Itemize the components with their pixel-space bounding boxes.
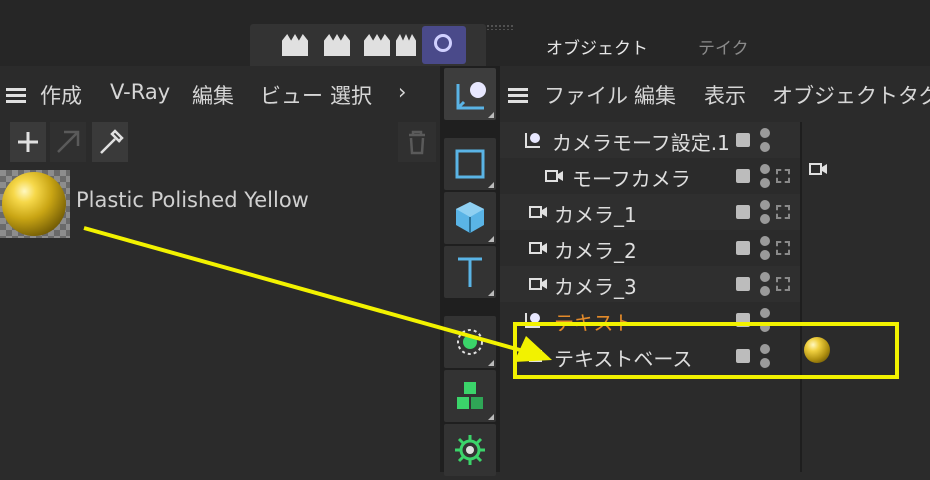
trash-icon: [409, 130, 425, 155]
menu-view[interactable]: ビュー: [260, 80, 323, 110]
clapper-settings-icon[interactable]: [324, 34, 350, 56]
camera-icon: [529, 206, 547, 218]
primitive-button[interactable]: [444, 192, 496, 244]
object-name[interactable]: カメラ_3: [554, 271, 637, 300]
visibility-render-dot[interactable]: [760, 286, 770, 296]
hamburger-icon[interactable]: [6, 88, 26, 104]
visibility-editor-dot[interactable]: [760, 236, 770, 246]
object-name[interactable]: カメラ_2: [554, 235, 637, 264]
edit-icon[interactable]: [736, 241, 750, 255]
object-tree: カメラモーフ設定.1 モーフカメラ カメラ_1 カメラ_2 カメラ_3 テキスト…: [500, 122, 930, 472]
add-material-button[interactable]: [10, 122, 46, 162]
visibility-editor-dot[interactable]: [760, 272, 770, 282]
arrow-icon: [57, 130, 80, 153]
visibility-editor-dot[interactable]: [760, 308, 770, 318]
menu-object[interactable]: オブジェクト: [772, 80, 898, 110]
clapper-icon[interactable]: [282, 34, 308, 56]
camera-morph-tag-icon[interactable]: [808, 160, 830, 180]
enable-icon[interactable]: [776, 205, 790, 219]
camera-icon: [529, 278, 547, 290]
render-toolbar: [250, 24, 486, 66]
menu-vray[interactable]: V-Ray: [110, 80, 170, 104]
camera-icon: [545, 170, 563, 182]
material-thumbnail[interactable]: [0, 170, 70, 238]
camera-morph-icon: [525, 133, 540, 148]
tree-row[interactable]: カメラ_2: [500, 230, 802, 266]
tab-object[interactable]: オブジェクト: [546, 34, 648, 64]
highlight-box: [513, 322, 899, 379]
gear-icon: [455, 435, 485, 465]
object-menubar: ファイル 編集 表示 オブジェクト タグ: [500, 66, 930, 122]
menu-select[interactable]: 選択: [330, 80, 372, 110]
tree-row[interactable]: カメラ_3: [500, 266, 802, 302]
visibility-render-dot[interactable]: [760, 250, 770, 260]
tab-take[interactable]: テイク: [698, 34, 749, 64]
render-view-icon[interactable]: [396, 34, 422, 56]
object-name[interactable]: モーフカメラ: [572, 163, 691, 192]
edit-icon[interactable]: [736, 205, 750, 219]
visibility-render-dot[interactable]: [760, 142, 770, 152]
visibility-render-dot[interactable]: [760, 178, 770, 188]
object-name[interactable]: カメラモーフ設定.1: [552, 127, 730, 156]
menu-display[interactable]: 表示: [704, 80, 746, 110]
visibility-editor-dot[interactable]: [760, 200, 770, 210]
command-palette: [440, 66, 500, 476]
visibility-render-dot[interactable]: [760, 214, 770, 224]
camera-icon: [529, 242, 547, 254]
clapper-queue-icon[interactable]: [364, 34, 390, 56]
material-sphere: [2, 172, 66, 236]
eyedropper-button[interactable]: [92, 122, 128, 162]
ivr-button[interactable]: [422, 26, 466, 64]
menu-create[interactable]: 作成: [40, 80, 82, 110]
menu-more[interactable]: ›: [398, 80, 406, 104]
menu-file[interactable]: ファイル: [544, 80, 628, 110]
mograph-button[interactable]: [444, 370, 496, 422]
effector-button[interactable]: [444, 424, 496, 476]
eyedropper-icon: [100, 129, 124, 154]
apply-material-button[interactable]: [50, 122, 86, 162]
tree-row[interactable]: カメラモーフ設定.1: [500, 122, 802, 158]
column-divider[interactable]: [800, 122, 802, 472]
visibility-editor-dot[interactable]: [760, 164, 770, 174]
cube-button[interactable]: [444, 138, 496, 190]
plus-icon: [18, 132, 38, 152]
menu-edit[interactable]: 編集: [634, 80, 676, 110]
tree-row[interactable]: カメラ_1: [500, 194, 802, 230]
manager-tabs: オブジェクト テイク: [520, 28, 930, 66]
object-name[interactable]: カメラ_1: [554, 199, 637, 228]
edit-icon[interactable]: [736, 169, 750, 183]
text-button[interactable]: [444, 246, 496, 298]
hamburger-icon[interactable]: [508, 88, 528, 104]
delete-button[interactable]: [398, 122, 436, 162]
visibility-editor-dot[interactable]: [760, 128, 770, 138]
enable-icon[interactable]: [776, 277, 790, 291]
tree-row[interactable]: モーフカメラ: [500, 158, 802, 194]
enable-icon[interactable]: [776, 241, 790, 255]
material-menubar: 作成 V-Ray 編集 ビュー 選択 ›: [0, 66, 438, 122]
menu-tag[interactable]: タグ: [898, 80, 930, 110]
ring-icon: [434, 34, 452, 52]
camera-tool-button[interactable]: [444, 68, 496, 120]
generator-button[interactable]: [444, 316, 496, 368]
enable-icon[interactable]: [776, 169, 790, 183]
edit-icon[interactable]: [736, 277, 750, 291]
menu-edit[interactable]: 編集: [192, 80, 234, 110]
edit-icon[interactable]: [736, 133, 750, 147]
material-name[interactable]: Plastic Polished Yellow: [76, 188, 309, 212]
